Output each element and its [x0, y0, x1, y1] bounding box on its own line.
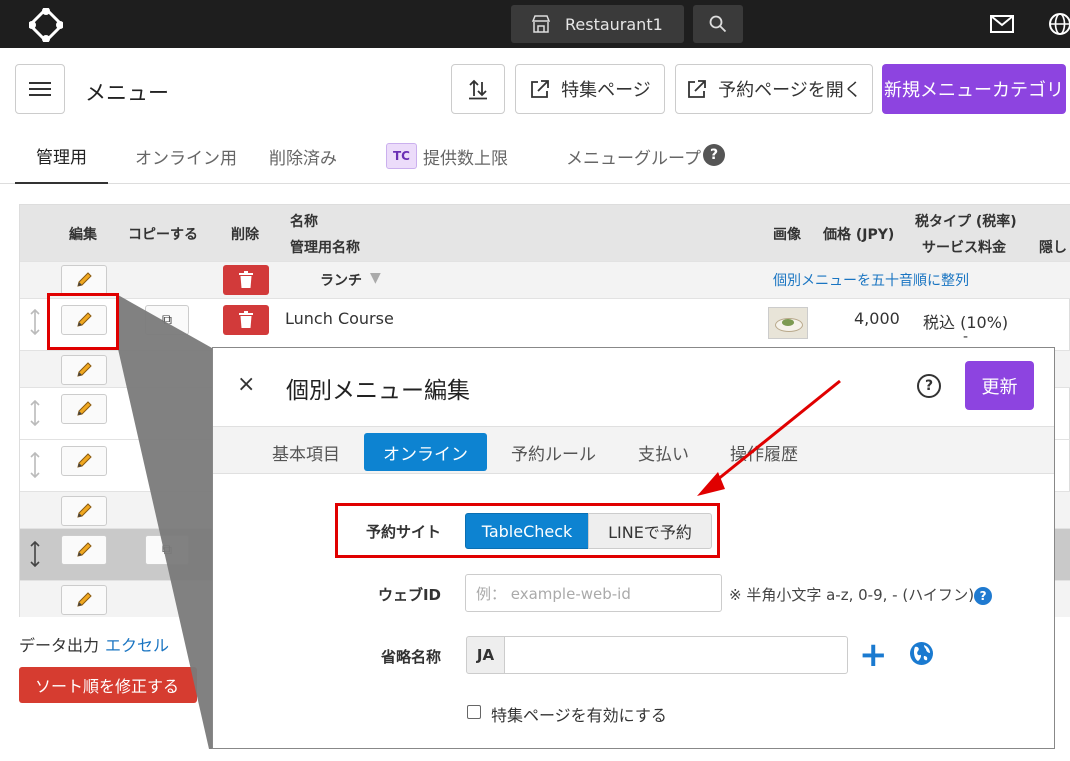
red-arrow [697, 379, 841, 496]
